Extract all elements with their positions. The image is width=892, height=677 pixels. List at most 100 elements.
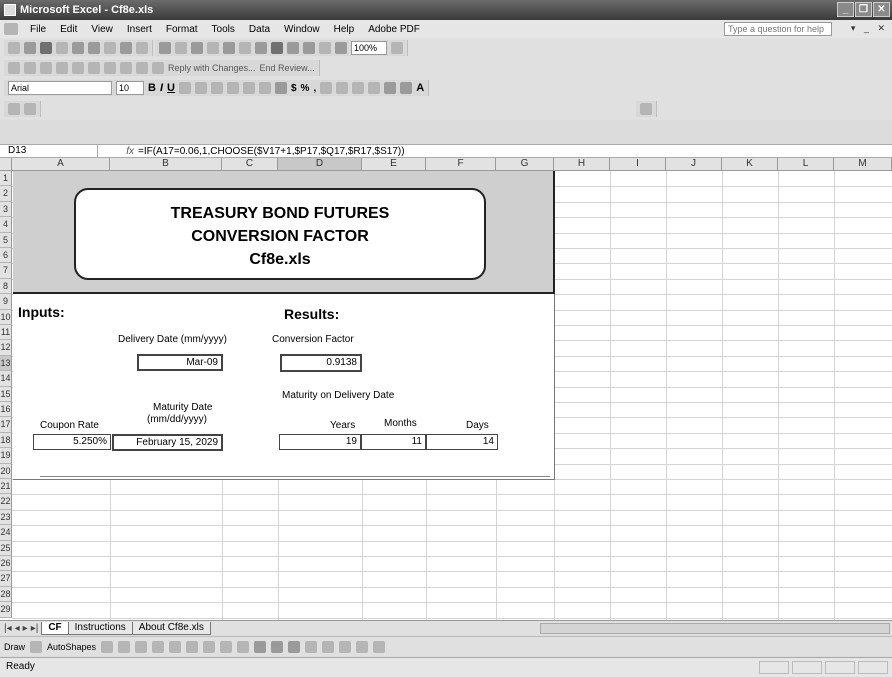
- tab-about[interactable]: About Cf8e.xls: [131, 621, 211, 635]
- name-box[interactable]: D13: [0, 144, 98, 158]
- redo-icon[interactable]: [239, 42, 251, 54]
- font-color-icon[interactable]: A: [416, 82, 424, 94]
- spelling-icon[interactable]: [120, 42, 132, 54]
- text-direction-2-icon[interactable]: [194, 82, 207, 94]
- review-icon-8[interactable]: [120, 62, 132, 74]
- row-header-14[interactable]: 14: [0, 371, 12, 387]
- review-icon-5[interactable]: [72, 62, 84, 74]
- new-icon[interactable]: [8, 42, 20, 54]
- sort-ascending-icon[interactable]: [287, 42, 299, 54]
- line-style-icon[interactable]: [305, 640, 318, 653]
- years-cell[interactable]: 19: [279, 434, 361, 450]
- close-icon[interactable]: ✕: [873, 2, 890, 17]
- row-header-22[interactable]: 22: [0, 494, 12, 510]
- underline-icon[interactable]: U: [167, 82, 175, 94]
- rectangle-icon[interactable]: [135, 640, 148, 653]
- maturity-date-cell[interactable]: February 15, 2029: [112, 434, 223, 451]
- row-header-16[interactable]: 16: [0, 402, 12, 418]
- row-header-11[interactable]: 11: [0, 325, 12, 341]
- column-header-d[interactable]: D: [278, 158, 362, 171]
- row-header-15[interactable]: 15: [0, 386, 12, 402]
- arrow-style-icon[interactable]: [339, 640, 352, 653]
- review-icon-10[interactable]: [152, 62, 164, 74]
- menu-edit[interactable]: Edit: [58, 23, 79, 36]
- tab-instructions[interactable]: Instructions: [67, 621, 133, 635]
- row-header-3[interactable]: 3: [0, 201, 12, 218]
- help-icon[interactable]: [391, 42, 403, 54]
- coupon-rate-cell[interactable]: 5.250%: [33, 434, 111, 450]
- autosum-icon[interactable]: [271, 42, 283, 54]
- sort-descending-icon[interactable]: [303, 42, 315, 54]
- row-header-19[interactable]: 19: [0, 448, 12, 464]
- tab-cf[interactable]: CF: [41, 621, 69, 635]
- menu-format[interactable]: Format: [164, 23, 200, 36]
- column-header-h[interactable]: H: [554, 158, 610, 171]
- increase-decimal-icon[interactable]: [320, 82, 333, 94]
- last-sheet-icon[interactable]: ▸|: [31, 623, 39, 634]
- permission-icon[interactable]: [56, 42, 68, 54]
- delivery-date-cell[interactable]: Mar-09: [137, 354, 223, 371]
- line-color-icon[interactable]: [271, 640, 284, 653]
- horizontal-scrollbar[interactable]: [540, 623, 890, 634]
- end-review-button[interactable]: End Review...: [260, 63, 315, 73]
- dash-style-icon[interactable]: [322, 640, 335, 653]
- menu-help[interactable]: Help: [332, 23, 357, 36]
- diagram-icon[interactable]: [203, 640, 216, 653]
- italic-icon[interactable]: I: [160, 82, 163, 94]
- copy-icon[interactable]: [175, 42, 187, 54]
- menu-adobe-pdf[interactable]: Adobe PDF: [366, 23, 422, 36]
- open-icon[interactable]: [24, 42, 36, 54]
- undo-icon[interactable]: [223, 42, 235, 54]
- workbook-window-controls[interactable]: ▾ _ ✕: [851, 23, 888, 34]
- textbox-icon[interactable]: [169, 640, 182, 653]
- row-header-10[interactable]: 10: [0, 309, 12, 325]
- cut-icon[interactable]: [159, 42, 171, 54]
- minimize-icon[interactable]: _: [837, 2, 854, 17]
- row-header-6[interactable]: 6: [0, 248, 12, 264]
- review-icon-2[interactable]: [24, 62, 36, 74]
- decrease-indent-icon[interactable]: [352, 82, 365, 94]
- menu-data[interactable]: Data: [247, 23, 272, 36]
- menu-insert[interactable]: Insert: [125, 23, 154, 36]
- row-header-20[interactable]: 20: [0, 463, 12, 479]
- fx-icon[interactable]: fx: [98, 146, 138, 157]
- review-icon-1[interactable]: [8, 62, 20, 74]
- row-header-2[interactable]: 2: [0, 186, 12, 202]
- row-header-17[interactable]: 17: [0, 417, 12, 433]
- fill-color-icon[interactable]: [400, 82, 413, 94]
- drawing-icon[interactable]: [335, 42, 347, 54]
- font-name-select[interactable]: Arial: [8, 81, 112, 95]
- row-header-24[interactable]: 24: [0, 525, 12, 541]
- row-header-4[interactable]: 4: [0, 217, 12, 233]
- decrease-decimal-icon[interactable]: [336, 82, 349, 94]
- tab-navigation[interactable]: |◂ ◂ ▸ ▸|: [0, 623, 42, 634]
- formula-input[interactable]: =IF(A17=0.06,1,CHOOSE($V17+1,$P17,$Q17,$…: [138, 146, 405, 157]
- column-header-g[interactable]: G: [496, 158, 554, 171]
- next-sheet-icon[interactable]: ▸: [23, 623, 28, 634]
- menu-file[interactable]: File: [28, 23, 48, 36]
- extra-icon-1[interactable]: [8, 103, 20, 115]
- paste-icon[interactable]: [191, 42, 203, 54]
- reply-with-changes-button[interactable]: Reply with Changes...: [168, 63, 256, 73]
- 3d-icon[interactable]: [373, 640, 386, 653]
- days-cell[interactable]: 14: [426, 434, 498, 450]
- row-header-28[interactable]: 28: [0, 586, 12, 603]
- row-header-12[interactable]: 12: [0, 340, 12, 356]
- select-all-corner[interactable]: [0, 158, 12, 171]
- align-center-icon[interactable]: [242, 82, 255, 94]
- worksheet-grid[interactable]: TREASURY BOND FUTURES CONVERSION FACTOR …: [0, 158, 892, 620]
- borders-icon[interactable]: [384, 82, 397, 94]
- line-icon[interactable]: [101, 640, 114, 653]
- align-right-icon[interactable]: [258, 82, 271, 94]
- percent-icon[interactable]: %: [301, 83, 310, 94]
- text-direction-3-icon[interactable]: [210, 82, 223, 94]
- text-direction-icon[interactable]: [178, 82, 191, 94]
- help-search-input[interactable]: Type a question for help: [724, 22, 832, 36]
- oval-icon[interactable]: [152, 640, 165, 653]
- review-icon-7[interactable]: [104, 62, 116, 74]
- column-header-l[interactable]: L: [778, 158, 834, 171]
- review-icon-3[interactable]: [40, 62, 52, 74]
- chart-wizard-icon[interactable]: [319, 42, 331, 54]
- review-icon-6[interactable]: [88, 62, 100, 74]
- comma-icon[interactable]: ,: [313, 83, 316, 94]
